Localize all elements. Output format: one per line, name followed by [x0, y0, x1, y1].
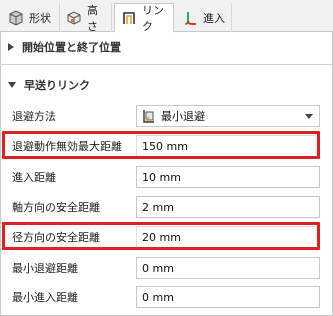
highlight-max-retract-distance — [2, 131, 320, 159]
retract-method-select[interactable]: 最小退避 — [136, 105, 320, 127]
entry-icon — [182, 10, 198, 26]
min-entry-distance-field[interactable]: 0 mm — [136, 286, 320, 308]
link-icon — [121, 10, 137, 26]
tab-entry-label: 進入 — [203, 11, 225, 25]
min-entry-distance-value: 0 mm — [142, 290, 174, 304]
section-start-end[interactable]: 開始位置と終了位置 — [0, 34, 333, 60]
min-retract-distance-value: 0 mm — [142, 261, 174, 275]
entry-distance-field[interactable]: 10 mm — [136, 166, 320, 188]
retract-method-label: 退避方法 — [12, 110, 56, 123]
highlight-radial-safe-distance — [2, 222, 320, 250]
row-retract-method: 退避方法 最小退避 — [0, 102, 333, 130]
tab-bar: 形状 高さ リンク 進入 — [0, 0, 333, 33]
min-entry-distance-label: 最小進入距離 — [12, 291, 78, 304]
tab-shape[interactable]: 形状 — [2, 3, 60, 32]
row-axial-safe-distance: 軸方向の安全距離 2 mm — [0, 193, 333, 221]
axial-safe-distance-value: 2 mm — [142, 200, 174, 214]
entry-distance-label: 進入距離 — [12, 171, 56, 184]
entry-distance-value: 10 mm — [142, 170, 181, 184]
section-rapid-link[interactable]: 早送りリンク — [0, 72, 333, 98]
section-divider — [0, 64, 333, 65]
chevron-down-icon — [305, 114, 313, 119]
tab-height-label: 高さ — [87, 3, 98, 33]
min-retract-distance-label: 最小退避距離 — [12, 262, 78, 275]
retract-method-icon — [141, 108, 157, 124]
section-start-end-title: 開始位置と終了位置 — [22, 41, 121, 54]
section-rapid-link-title: 早送りリンク — [24, 79, 90, 92]
tab-link-label: リンク — [142, 4, 164, 33]
retract-method-value: 最小退避 — [161, 110, 205, 123]
height-icon — [66, 10, 82, 26]
tab-shape-label: 形状 — [29, 11, 51, 25]
tab-entry[interactable]: 進入 — [176, 3, 232, 32]
axial-safe-distance-label: 軸方向の安全距離 — [12, 201, 100, 214]
min-retract-distance-field[interactable]: 0 mm — [136, 257, 320, 279]
shape-icon — [8, 9, 24, 26]
collapse-arrow-icon — [8, 82, 16, 88]
expand-arrow-icon — [8, 43, 14, 51]
tab-height[interactable]: 高さ — [60, 3, 112, 33]
axial-safe-distance-field[interactable]: 2 mm — [136, 196, 320, 218]
row-min-retract-distance: 最小退避距離 0 mm — [0, 254, 333, 282]
tab-link[interactable]: リンク — [114, 3, 174, 33]
row-entry-distance: 進入距離 10 mm — [0, 163, 333, 191]
row-min-entry-distance: 最小進入距離 0 mm — [0, 283, 333, 311]
